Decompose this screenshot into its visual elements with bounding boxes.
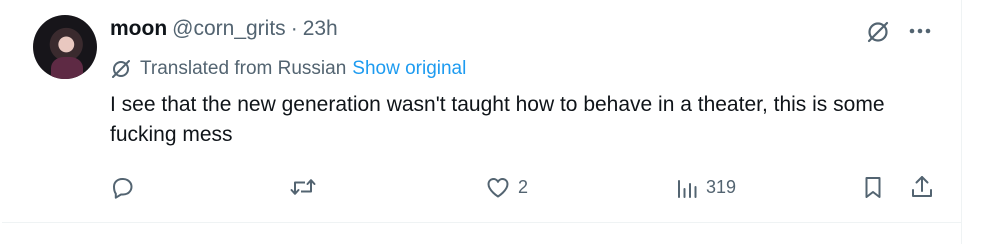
column-border xyxy=(961,0,962,244)
reply-button[interactable] xyxy=(108,170,142,204)
separator-dot: · xyxy=(290,17,298,40)
more-icon xyxy=(909,28,931,34)
tweet-header: moon @corn_grits · 23h xyxy=(110,17,338,45)
bookmark-button[interactable] xyxy=(860,170,886,204)
author-name[interactable]: moon xyxy=(110,17,167,41)
like-button[interactable]: 2 xyxy=(484,170,528,204)
grok-button[interactable] xyxy=(864,18,892,46)
tweet-text: I see that the new generation wasn't tau… xyxy=(110,93,885,146)
action-bar: 2 319 xyxy=(2,170,962,204)
bookmark-icon xyxy=(865,177,881,198)
views-button[interactable]: 319 xyxy=(674,170,736,204)
retweet-icon xyxy=(290,179,316,195)
like-count: 2 xyxy=(518,176,529,197)
share-icon xyxy=(912,176,932,197)
reply-icon xyxy=(113,178,133,199)
translate-icon xyxy=(112,60,130,78)
avatar[interactable] xyxy=(33,15,97,79)
grok-icon xyxy=(867,21,889,43)
views-icon xyxy=(678,180,697,198)
share-button[interactable] xyxy=(908,170,936,204)
show-original-link[interactable]: Show original xyxy=(352,58,466,80)
tweet-card[interactable]: moon @corn_grits · 23h Translated from R… xyxy=(2,0,962,222)
more-options-button[interactable] xyxy=(906,19,934,43)
tweet-time[interactable]: 23h xyxy=(303,17,338,41)
retweet-button[interactable] xyxy=(288,170,324,204)
heart-icon xyxy=(487,178,509,198)
divider xyxy=(2,222,962,223)
author-handle[interactable]: @corn_grits xyxy=(172,17,286,41)
translation-label: Translated from Russian xyxy=(140,58,347,79)
translation-row: Translated from Russian Show original xyxy=(110,56,466,82)
view-count: 319 xyxy=(706,176,737,197)
